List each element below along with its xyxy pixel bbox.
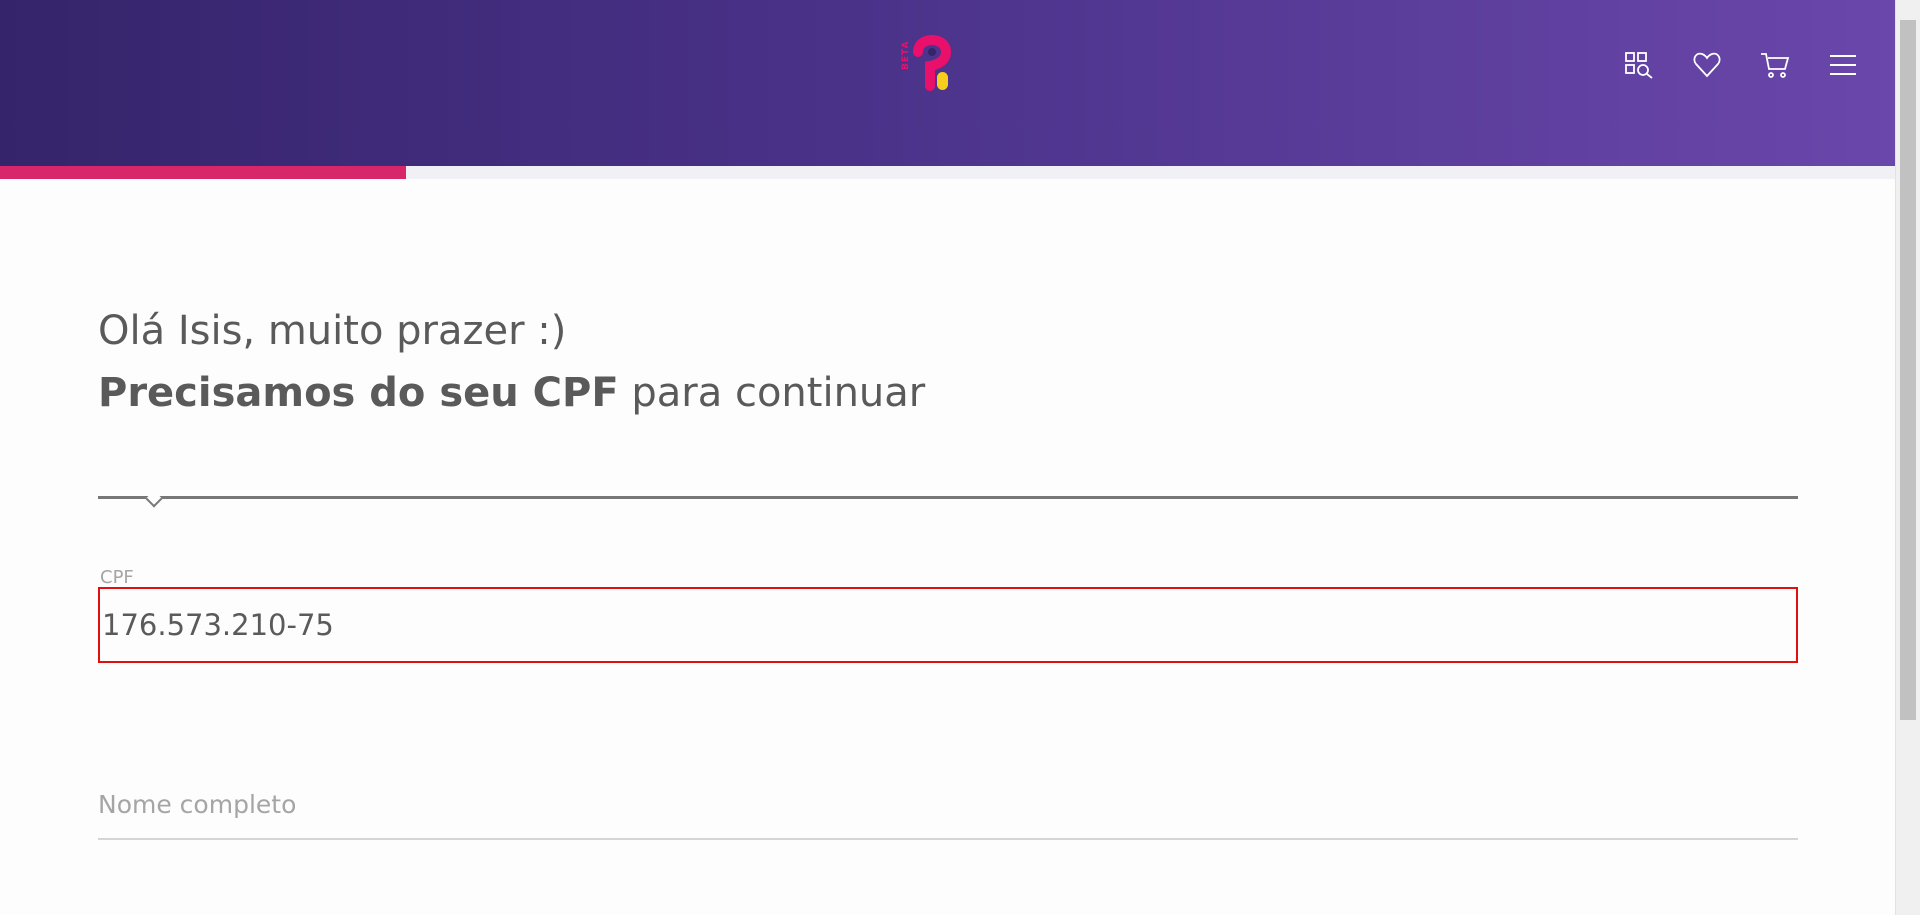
header-icon-bar: [1624, 50, 1858, 80]
brand-logo[interactable]: BETA: [890, 30, 960, 100]
cpf-request-bold: Precisamos do seu CPF: [98, 370, 619, 416]
full-name-input[interactable]: [98, 770, 1798, 840]
header: BETA: [0, 0, 1896, 166]
beta-badge: BETA: [901, 41, 911, 70]
greeting-line: Olá Isis, muito prazer :): [98, 308, 567, 354]
heart-icon[interactable]: [1692, 50, 1722, 80]
divider-notch-icon: [145, 490, 163, 508]
cart-icon[interactable]: [1760, 50, 1790, 80]
greeting-heading: Olá Isis, muito prazer :) Precisamos do …: [98, 300, 925, 424]
cpf-input[interactable]: [98, 587, 1798, 663]
scrollbar-thumb[interactable]: [1900, 20, 1916, 720]
cpf-label: CPF: [100, 567, 134, 588]
progress-bar-fill: [0, 166, 406, 179]
brand-logo-mark: BETA: [901, 35, 952, 91]
page: BETA Olá Isis, muito prazer:) Precisamo…: [0, 0, 1920, 915]
cpf-request-rest: para continuar: [618, 370, 926, 416]
section-divider: [98, 496, 1798, 499]
cpf-request-line: Precisamos do seu CPF para continuar: [98, 362, 925, 424]
vertical-scrollbar[interactable]: [1895, 0, 1920, 915]
progress-bar: [0, 166, 1896, 179]
menu-icon[interactable]: [1828, 50, 1858, 80]
category-search-icon[interactable]: [1624, 50, 1654, 80]
